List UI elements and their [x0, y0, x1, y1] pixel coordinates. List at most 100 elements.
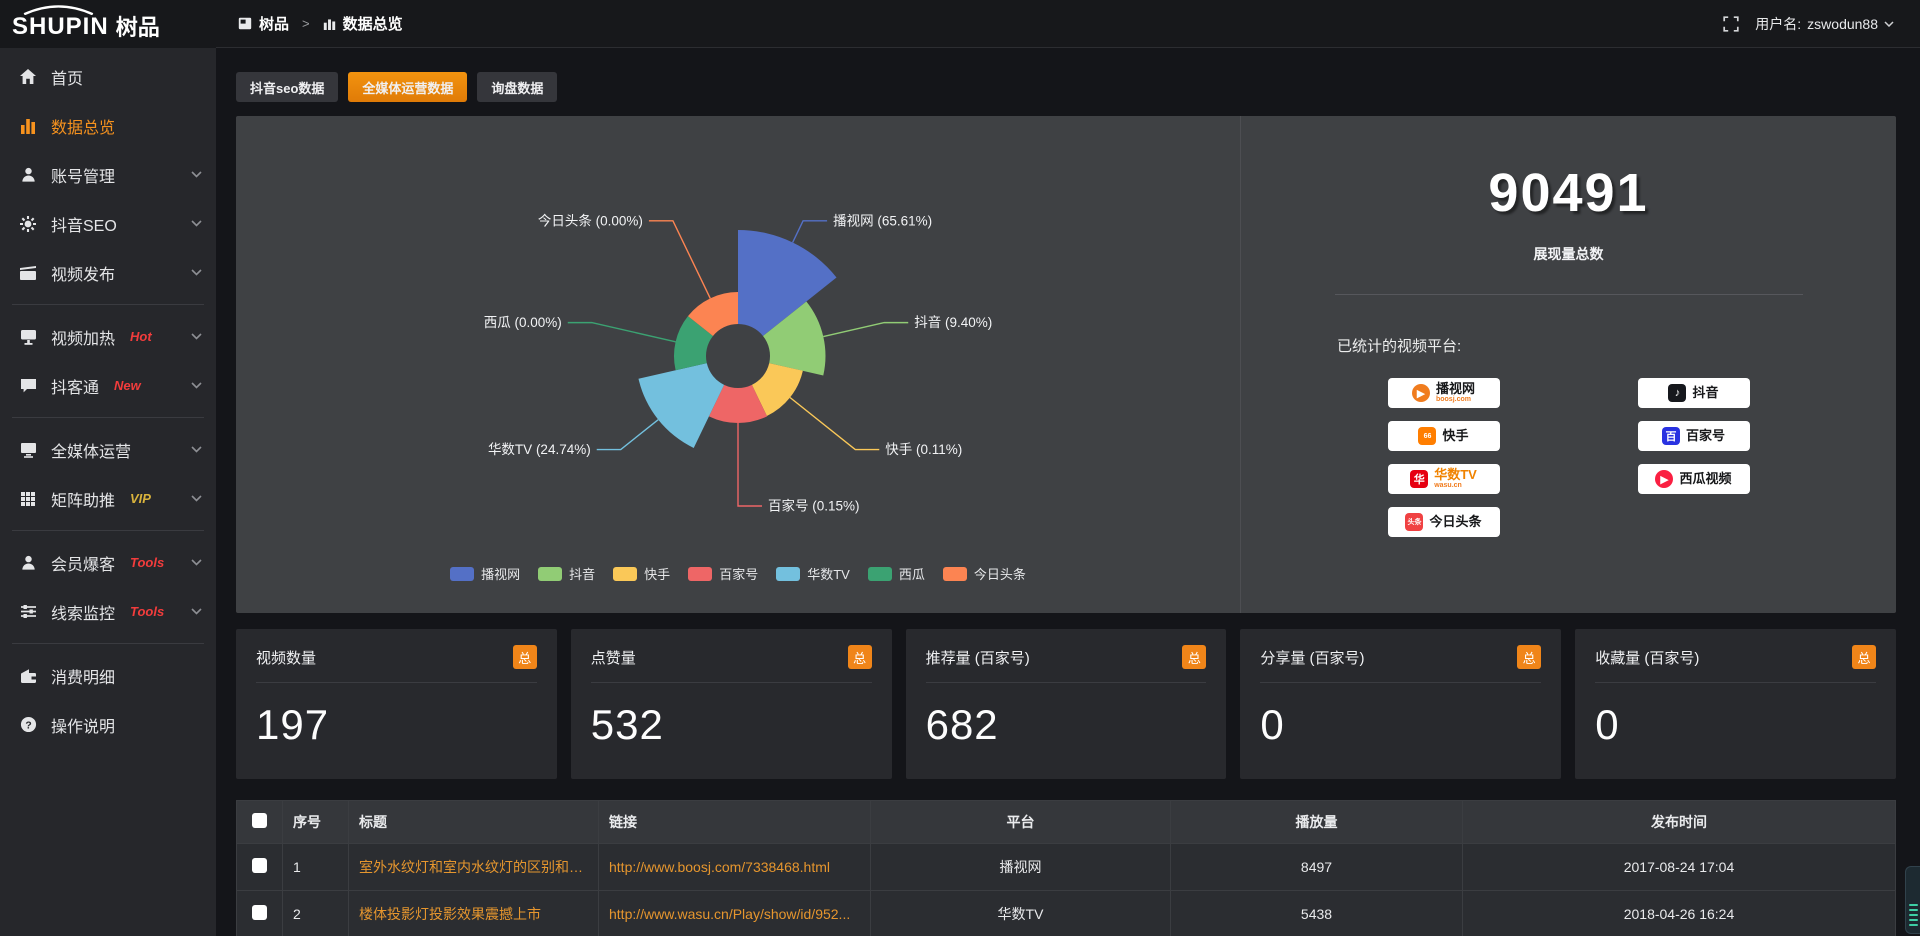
- total-badge[interactable]: 总: [1182, 645, 1206, 669]
- widget-stripe: [1909, 924, 1918, 926]
- total-badge[interactable]: 总: [1852, 645, 1876, 669]
- grid-icon: [18, 490, 38, 508]
- legend-item[interactable]: 今日头条: [943, 564, 1026, 583]
- sidebar-item-home[interactable]: 首页: [0, 52, 216, 101]
- chevron-down-icon: [191, 333, 202, 340]
- sidebar-item-label: 抖音SEO: [51, 212, 117, 236]
- sidebar-item-spend-detail[interactable]: 消费明细: [0, 651, 216, 700]
- total-badge[interactable]: 总: [513, 645, 537, 669]
- chevron-down-icon: [191, 269, 202, 276]
- sidebar-item-clue-monitor[interactable]: 线索监控 Tools: [0, 587, 216, 636]
- home-icon: [18, 68, 38, 86]
- sidebar-item-matrix-boost[interactable]: 矩阵助推 VIP: [0, 474, 216, 523]
- main-area: 树品 > 数据总览 用户名: zswodun88 抖音seo数据 全媒体运营数据…: [216, 0, 1920, 936]
- legend-item[interactable]: 西瓜: [868, 564, 925, 583]
- legend-swatch: [776, 567, 800, 581]
- cell-title[interactable]: 楼体投影灯投影效果震撼上市: [349, 891, 599, 936]
- pie-label: 华数TV (24.74%): [488, 442, 591, 457]
- table-header-row: 序号 标题 链接 平台 播放量 发布时间: [237, 801, 1896, 844]
- pie-label-line: [597, 420, 658, 450]
- sidebar-item-douyin-seo[interactable]: 抖音SEO: [0, 199, 216, 248]
- sidebar-item-doketong[interactable]: 抖客通 New: [0, 361, 216, 410]
- user-menu[interactable]: 用户名: zswodun88: [1755, 14, 1894, 34]
- legend-swatch: [868, 567, 892, 581]
- username: zswodun88: [1807, 16, 1878, 32]
- sliders-icon: [18, 603, 38, 621]
- cell-link[interactable]: http://www.wasu.cn/Play/show/id/952...: [599, 891, 871, 936]
- vip-badge: VIP: [130, 491, 151, 506]
- total-badge[interactable]: 总: [848, 645, 872, 669]
- content: 抖音seo数据 全媒体运营数据 询盘数据 播视网 (65.61%)抖音 (9.4…: [216, 48, 1920, 936]
- sidebar-item-data-overview[interactable]: 数据总览: [0, 101, 216, 150]
- tab-inquiry-data[interactable]: 询盘数据: [477, 72, 557, 102]
- platform-badge: 头条今日头条: [1388, 507, 1500, 537]
- chevron-down-icon: [1884, 21, 1894, 27]
- brand-logo: SHUPIN 树品: [0, 0, 216, 48]
- monitor-icon: [18, 441, 38, 459]
- legend-swatch: [688, 567, 712, 581]
- breadcrumb: 树品 > 数据总览: [238, 13, 403, 34]
- screen-icon: [18, 328, 38, 346]
- legend-item[interactable]: 播视网: [450, 564, 520, 583]
- widget-stripe: [1909, 914, 1918, 916]
- total-badge[interactable]: 总: [1517, 645, 1541, 669]
- row-checkbox[interactable]: [252, 858, 267, 873]
- question-circle-icon: ?: [18, 716, 38, 734]
- col-platform: 平台: [871, 801, 1171, 844]
- pie-label-line: [790, 397, 879, 449]
- chevron-down-icon: [191, 220, 202, 227]
- breadcrumb-separator: >: [302, 16, 310, 31]
- sidebar-item-accounts[interactable]: 账号管理: [0, 150, 216, 199]
- stat-card: 收藏量 (百家号)总0: [1575, 629, 1896, 779]
- sidebar-item-label: 全媒体运营: [51, 438, 131, 462]
- platform-badge: ▶西瓜视频: [1638, 464, 1750, 494]
- cell-title[interactable]: 室外水纹灯和室内水纹灯的区别和简介: [349, 844, 599, 891]
- legend-label: 快手: [644, 564, 670, 583]
- sidebar-item-video-heat[interactable]: 视频加热 Hot: [0, 312, 216, 361]
- data-tabs: 抖音seo数据 全媒体运营数据 询盘数据: [236, 72, 1896, 102]
- select-all-checkbox[interactable]: [252, 813, 267, 828]
- legend-swatch: [538, 567, 562, 581]
- chevron-down-icon: [191, 446, 202, 453]
- stat-card-value: 197: [256, 701, 537, 749]
- legend-item[interactable]: 华数TV: [776, 564, 850, 583]
- user-icon: [18, 166, 38, 184]
- sidebar-item-label: 账号管理: [51, 163, 115, 187]
- platform-name: 百家号: [1686, 429, 1725, 443]
- fullscreen-icon[interactable]: [1723, 16, 1739, 32]
- pie-slice[interactable]: [638, 363, 724, 448]
- legend-label: 西瓜: [899, 564, 925, 583]
- sidebar-item-help[interactable]: ? 操作说明: [0, 700, 216, 749]
- legend-item[interactable]: 快手: [613, 564, 670, 583]
- platform-name: 华数TV: [1434, 468, 1477, 482]
- tab-douyin-seo-data[interactable]: 抖音seo数据: [236, 72, 338, 102]
- legend-label: 播视网: [481, 564, 520, 583]
- sidebar-item-omni-media[interactable]: 全媒体运营: [0, 425, 216, 474]
- breadcrumb-home[interactable]: 树品: [259, 13, 289, 34]
- platform-name: 今日头条: [1429, 515, 1481, 529]
- sidebar: SHUPIN 树品 首页 数据总览 账号管理 抖音SEO: [0, 0, 216, 936]
- floating-widget[interactable]: [1905, 866, 1920, 934]
- app-icon: [238, 17, 252, 30]
- topbar: 树品 > 数据总览 用户名: zswodun88: [216, 0, 1920, 48]
- platform-badge: ♪抖音: [1638, 378, 1750, 408]
- row-checkbox[interactable]: [252, 905, 267, 920]
- pie-label: 今日头条 (0.00%): [538, 212, 643, 228]
- platform-badge: 百百家号: [1638, 421, 1750, 451]
- cell-link[interactable]: http://www.boosj.com/7338468.html: [599, 844, 871, 891]
- tools-badge: Tools: [130, 604, 164, 619]
- sidebar-item-video-publish[interactable]: 视频发布: [0, 248, 216, 297]
- overview-panel: 播视网 (65.61%)抖音 (9.40%)快手 (0.11%)百家号 (0.1…: [236, 116, 1896, 613]
- cell-plays: 8497: [1171, 844, 1463, 891]
- stat-card-value: 0: [1595, 701, 1876, 749]
- legend-item[interactable]: 抖音: [538, 564, 595, 583]
- legend-item[interactable]: 百家号: [688, 564, 758, 583]
- gear-icon: [18, 215, 38, 233]
- sidebar-item-member-burst[interactable]: 会员爆客 Tools: [0, 538, 216, 587]
- pie-label-line: [738, 423, 762, 506]
- table-row: 1室外水纹灯和室内水纹灯的区别和简介http://www.boosj.com/7…: [237, 844, 1896, 891]
- platform-badge: 华华数TVwasu.cn: [1388, 464, 1500, 494]
- tab-omni-media-data[interactable]: 全媒体运营数据: [348, 72, 467, 102]
- svg-text:?: ?: [25, 720, 31, 731]
- chart-legend: 播视网抖音 快手百家号华数TV 西瓜今日头条: [450, 564, 1026, 583]
